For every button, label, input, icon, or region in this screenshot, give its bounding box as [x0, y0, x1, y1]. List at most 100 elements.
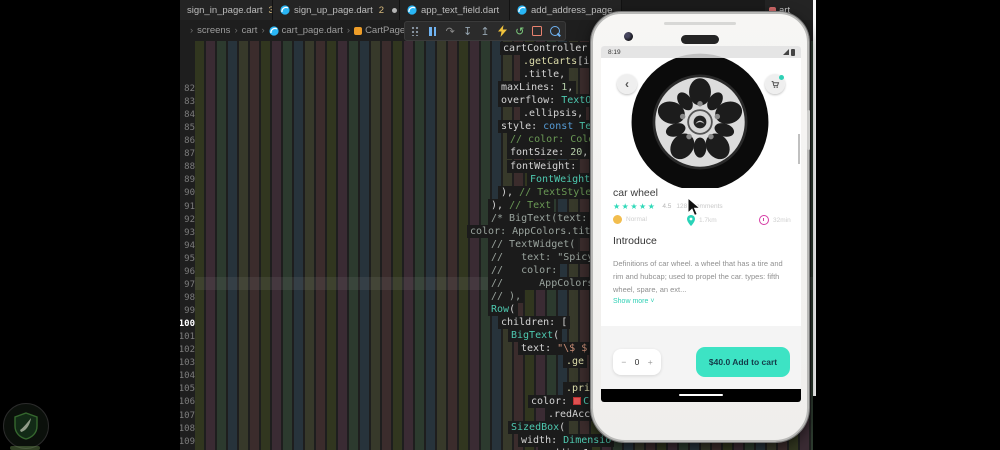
code-token: // TextStyle [519, 186, 592, 198]
plus-button[interactable]: + [648, 357, 653, 367]
phone-power-button [807, 110, 810, 150]
hot-restart-icon[interactable]: ↺ [513, 24, 527, 38]
battery-icon [791, 48, 795, 56]
quantity-stepper[interactable]: − 0 + [613, 349, 661, 375]
phone-emulator: 8:19 ‹ car wheel ★★★★★ 4.5 1287 comments… [591, 12, 810, 442]
code-token: // ), [491, 291, 522, 303]
code-token: "\$ $ [557, 343, 588, 355]
code-token: , [582, 147, 589, 159]
stop-icon[interactable] [530, 24, 544, 38]
hot-reload-icon[interactable] [495, 24, 509, 38]
star-icons: ★★★★★ [613, 202, 657, 211]
code-token: .title, [523, 69, 566, 81]
mouse-cursor [687, 197, 701, 217]
code-token: style [501, 121, 532, 133]
code-line-97: // TextWidget( [488, 237, 579, 251]
code-token: fontWeight [510, 160, 571, 172]
code-token: : [551, 434, 564, 446]
code-token: , [567, 82, 574, 94]
inspect-widget-icon[interactable] [548, 24, 562, 38]
code-line-89: // color: Color [507, 133, 604, 147]
code-line-82: cartController [500, 42, 591, 55]
back-button[interactable]: ‹ [617, 74, 637, 94]
breadcrumb-item-cart[interactable]: cart [242, 25, 258, 36]
clock-icon [759, 215, 769, 225]
breadcrumb-separator: › [234, 25, 238, 36]
breadcrumb-label: CartPage [365, 25, 406, 36]
cart-badge-dot [779, 75, 784, 80]
circle-icon [613, 215, 622, 224]
line-number: 104 [180, 371, 195, 382]
code-token: // color: Color [510, 134, 601, 146]
rating-row: ★★★★★ 4.5 1287 comments [613, 202, 723, 211]
breadcrumb-item-CartPage[interactable]: CartPage [354, 25, 405, 36]
line-number: 83 [184, 97, 195, 108]
line-number: 91 [184, 201, 195, 212]
code-token: : [ [549, 317, 568, 329]
debug-toolbar: ↷ ↧ ↥ ↺ [404, 21, 566, 41]
code-line-90: fontSize: 20, [507, 146, 592, 160]
code-line-103: children: [ [498, 316, 571, 330]
product-description: Definitions of car wheel. a wheel that h… [613, 257, 789, 296]
code-line-91: fontWeight: [507, 159, 580, 173]
show-more-link[interactable]: Show more ˅ [613, 298, 654, 305]
description-line: Definitions of car wheel. a wheel that h… [613, 259, 783, 268]
screenshot-stage: 82 83 84 85 86 87 88 89 90 91 92 93 94 95 96 97 98 99 100 1… [0, 0, 1000, 450]
tab-label: sign_in_page.dart [187, 4, 263, 16]
dart-file-icon [407, 5, 417, 15]
tab-app-text-field-dart[interactable]: app_text_field.dart [400, 0, 510, 20]
window-edge-divider [813, 0, 816, 396]
code-token: ( [559, 421, 566, 433]
code-token: : [561, 395, 574, 407]
line-number: 100 [180, 319, 195, 330]
line-number: 102 [180, 345, 195, 356]
tab-sign-in-page-dart[interactable]: sign_in_page.dart3 [180, 0, 273, 20]
code-line-112: width: Dimensio [518, 433, 615, 447]
tab-problem-badge: 2 [378, 4, 385, 16]
phone-screen: 8:19 ‹ car wheel ★★★★★ 4.5 1287 comments… [601, 46, 801, 402]
add-to-cart-button[interactable]: $40.0 Add to cart [696, 347, 790, 377]
code-line-84: .title, [520, 68, 569, 82]
code-token: ( [509, 304, 516, 316]
code-line-87: .ellipsis, [520, 107, 587, 121]
cart-button[interactable] [765, 74, 785, 94]
code-line-105: text: "\$ $ [518, 342, 591, 356]
step-out-icon[interactable]: ↥ [478, 24, 492, 38]
code-token: .getCarts [523, 56, 578, 68]
code-token: fontSize [510, 147, 559, 159]
step-over-icon[interactable]: ↷ [443, 24, 457, 38]
code-token: Row [491, 304, 510, 316]
line-number: 93 [184, 227, 195, 238]
code-token: .redAcce [548, 408, 597, 420]
scrollbar[interactable] [798, 134, 800, 164]
tab-sign-up-page-dart[interactable]: sign_up_page.dart 2 [273, 0, 400, 20]
line-number: 99 [184, 306, 195, 317]
modified-dot-icon[interactable] [392, 7, 398, 13]
code-token: : [549, 95, 562, 107]
step-into-icon[interactable]: ↧ [461, 24, 475, 38]
breadcrumb-separator: › [190, 25, 194, 36]
code-token: : [558, 147, 571, 159]
breadcrumb-item-cart-page-dart[interactable]: cart_page.dart [269, 25, 343, 36]
breadcrumb-item-screens[interactable]: screens [197, 25, 230, 36]
rating-value: 4.5 [662, 203, 672, 210]
quantity-value: 0 [634, 357, 640, 367]
line-number: 89 [184, 175, 195, 186]
pause-icon[interactable] [426, 24, 440, 38]
shield-logo-icon [14, 412, 38, 440]
line-number: 107 [180, 410, 195, 421]
line-number: 82 [184, 84, 195, 94]
home-indicator[interactable] [679, 394, 723, 396]
line-number: 87 [184, 149, 195, 160]
breadcrumb-label: screens [197, 25, 231, 36]
code-token: // color: [491, 265, 558, 277]
line-number: 98 [184, 292, 195, 303]
code-line-93: ), // TextStyle [498, 185, 595, 199]
breadcrumb-label: cart_page.dart [281, 25, 343, 36]
cart-icon [771, 81, 780, 88]
minus-button[interactable]: − [621, 357, 626, 367]
code-line-106: .ge [563, 355, 588, 369]
code-token: children [501, 317, 550, 329]
line-number: 92 [184, 214, 195, 225]
gripper-icon[interactable] [408, 24, 422, 38]
